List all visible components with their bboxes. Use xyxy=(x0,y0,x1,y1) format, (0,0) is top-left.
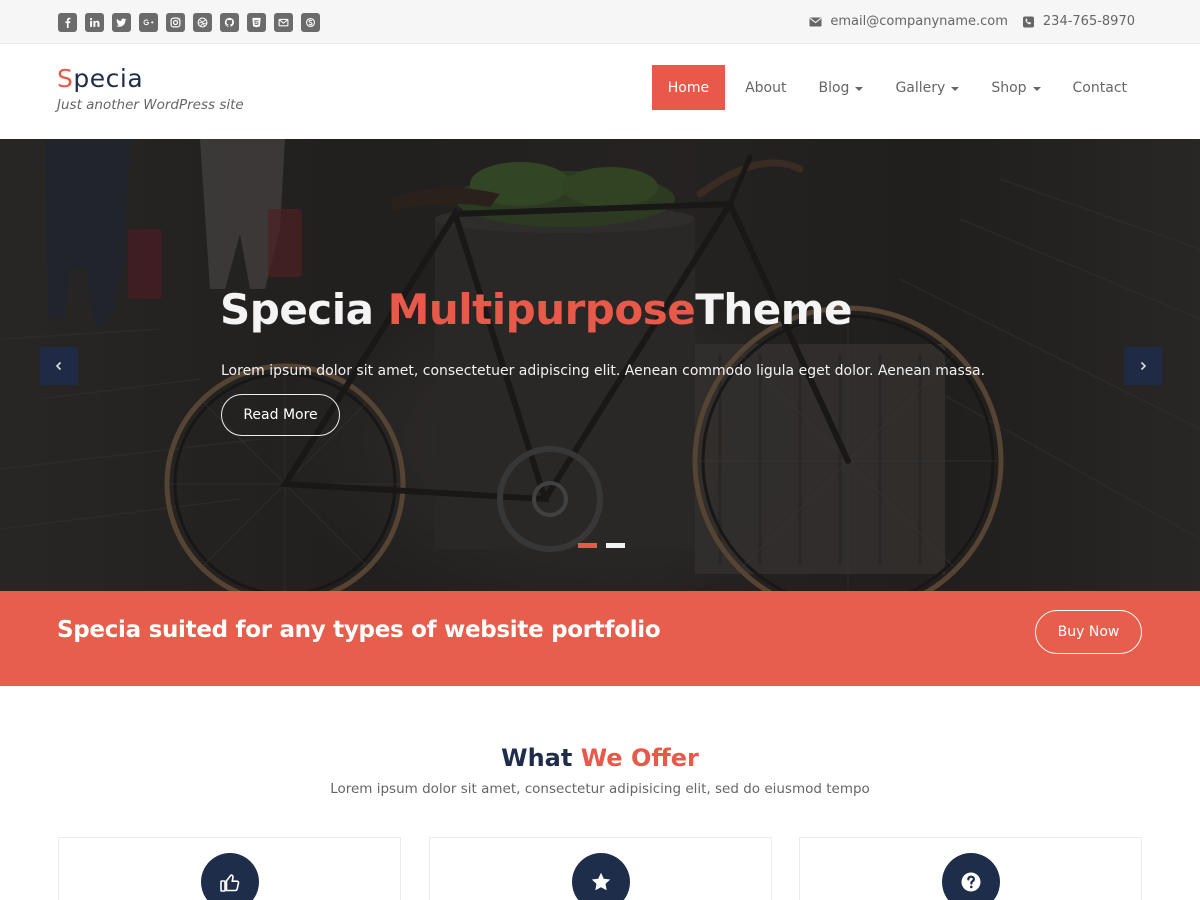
service-card-1 xyxy=(58,837,401,900)
caret-down-icon xyxy=(1032,86,1041,91)
services-subtitle: Lorem ipsum dolor sit amet, consectetur … xyxy=(330,781,870,797)
envelope-icon[interactable] xyxy=(274,13,293,32)
hero-title-accent: Multipurpose xyxy=(387,285,696,334)
nav-label-about: About xyxy=(745,79,787,96)
skype-icon[interactable] xyxy=(301,13,320,32)
nav-label-shop: Shop xyxy=(991,79,1027,96)
dribbble-icon[interactable] xyxy=(193,13,212,32)
slider-next-button[interactable] xyxy=(1124,347,1162,385)
contact-info: email@companyname.com 234-765-8970 xyxy=(809,14,1135,29)
phone-contact[interactable]: 234-765-8970 xyxy=(1022,14,1135,29)
call-to-action-banner: Specia suited for any types of website p… xyxy=(0,591,1200,686)
slider-prev-button[interactable] xyxy=(40,347,78,385)
github-icon[interactable] xyxy=(220,13,239,32)
hero-description: Lorem ipsum dolor sit amet, consectetuer… xyxy=(221,363,986,379)
slider-dot-2[interactable] xyxy=(606,543,625,548)
thumbs-up-icon xyxy=(220,874,240,892)
logo-rest: pecia xyxy=(73,64,144,93)
envelope-icon xyxy=(809,17,822,26)
hero-slider: Specia MultipurposeTheme Lorem ipsum dol… xyxy=(0,139,1200,591)
nav-item-blog[interactable]: Blog xyxy=(802,65,879,110)
facebook-icon[interactable] xyxy=(58,13,77,32)
caret-down-icon xyxy=(951,86,960,91)
service-icon-circle xyxy=(572,853,630,900)
service-icon-circle xyxy=(201,853,259,900)
hero-title-part2: Theme xyxy=(695,285,853,334)
phone-icon xyxy=(1022,16,1034,27)
main-navigation: Home About Blog Gallery Shop Contact xyxy=(651,65,1143,110)
chevron-right-icon xyxy=(1140,361,1147,371)
nav-label-gallery: Gallery xyxy=(895,79,946,96)
star-icon xyxy=(591,872,611,891)
hero-title: Specia MultipurposeTheme xyxy=(220,285,853,334)
site-tagline: Just another WordPress site xyxy=(57,97,244,113)
buy-now-button[interactable]: Buy Now xyxy=(1035,610,1142,654)
instagram-icon[interactable] xyxy=(166,13,185,32)
nav-label-contact: Contact xyxy=(1072,79,1127,96)
nav-item-contact[interactable]: Contact xyxy=(1057,65,1143,110)
service-icon-circle xyxy=(942,853,1000,900)
email-contact[interactable]: email@companyname.com xyxy=(809,14,1008,29)
logo-first-letter: S xyxy=(57,64,74,93)
nav-item-shop[interactable]: Shop xyxy=(975,65,1056,110)
nav-label-home: Home xyxy=(667,79,710,96)
services-title-accent: We Offer xyxy=(580,744,699,772)
slider-pagination xyxy=(578,543,625,548)
nav-item-about[interactable]: About xyxy=(729,65,802,110)
nav-label-blog: Blog xyxy=(818,79,850,96)
slider-dot-1[interactable] xyxy=(578,543,597,548)
html5-icon[interactable] xyxy=(247,13,266,32)
linkedin-icon[interactable] xyxy=(85,13,104,32)
read-more-button[interactable]: Read More xyxy=(221,394,340,436)
twitter-icon[interactable] xyxy=(112,13,131,32)
service-card-2 xyxy=(429,837,772,900)
nav-item-gallery[interactable]: Gallery xyxy=(879,65,975,110)
service-card-3 xyxy=(799,837,1142,900)
cta-text: Specia suited for any types of website p… xyxy=(57,617,661,643)
services-title-part1: What xyxy=(501,744,581,772)
google-plus-icon[interactable] xyxy=(139,13,158,32)
email-text[interactable]: email@companyname.com xyxy=(830,14,1008,29)
caret-down-icon xyxy=(855,86,864,91)
phone-text[interactable]: 234-765-8970 xyxy=(1043,14,1135,29)
question-circle-icon xyxy=(961,872,981,892)
services-title: What We Offer xyxy=(0,744,1200,772)
hero-title-part1: Specia xyxy=(220,285,388,334)
site-header: Specia Just another WordPress site Home … xyxy=(0,44,1200,139)
social-links xyxy=(58,13,320,32)
nav-item-home[interactable]: Home xyxy=(651,65,726,110)
chevron-left-icon xyxy=(55,361,62,371)
top-bar: email@companyname.com 234-765-8970 xyxy=(0,0,1200,44)
site-logo[interactable]: Specia xyxy=(57,64,143,93)
